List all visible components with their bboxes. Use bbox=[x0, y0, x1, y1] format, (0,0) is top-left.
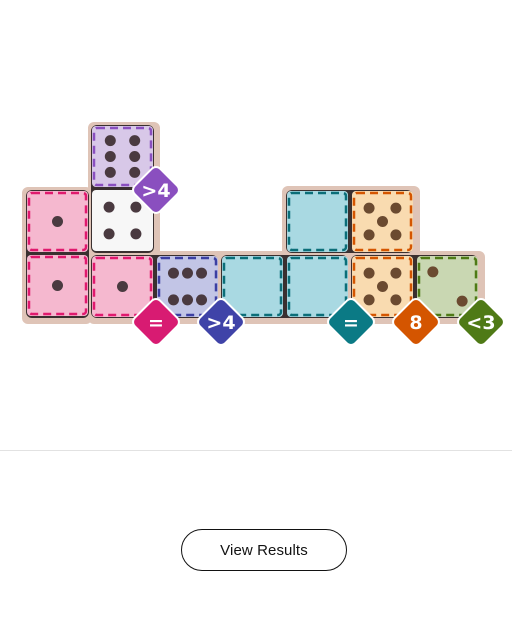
pip bbox=[427, 266, 439, 278]
badge-label: = bbox=[343, 312, 359, 334]
divider bbox=[0, 450, 512, 451]
badge-label: 8 bbox=[409, 312, 422, 334]
badge-label: >4 bbox=[206, 312, 235, 334]
badge-label: = bbox=[148, 312, 164, 334]
pip bbox=[363, 294, 375, 306]
pip bbox=[390, 294, 402, 306]
board-cell-c4[interactable] bbox=[27, 255, 88, 316]
pip bbox=[103, 201, 115, 213]
pip bbox=[52, 216, 63, 227]
pip bbox=[390, 202, 402, 214]
pip bbox=[104, 151, 116, 162]
pip bbox=[129, 135, 141, 147]
cell-face bbox=[287, 191, 348, 252]
pip bbox=[130, 201, 142, 213]
pip bbox=[103, 228, 115, 240]
pip bbox=[167, 267, 179, 279]
pip bbox=[104, 135, 116, 147]
pip bbox=[377, 281, 388, 292]
board-cell-c10[interactable] bbox=[352, 191, 413, 252]
pip bbox=[377, 216, 388, 227]
board-cell-c3[interactable] bbox=[27, 191, 88, 252]
pip bbox=[129, 151, 141, 162]
pip bbox=[52, 280, 63, 291]
badge-label: <3 bbox=[466, 312, 495, 334]
view-results-button[interactable]: View Results bbox=[181, 529, 347, 571]
badge-label: >4 bbox=[141, 180, 170, 202]
pip bbox=[390, 229, 402, 241]
puzzle-board: >4 = >4 = 8 <3 bbox=[22, 122, 505, 346]
pip bbox=[363, 267, 375, 279]
pip bbox=[363, 229, 375, 241]
pip bbox=[117, 281, 128, 292]
pip bbox=[363, 202, 375, 214]
pip bbox=[167, 294, 179, 306]
pip bbox=[129, 166, 141, 178]
pip bbox=[196, 294, 208, 306]
pip bbox=[196, 267, 208, 279]
pip bbox=[456, 295, 468, 307]
pip bbox=[104, 166, 116, 178]
pip bbox=[390, 267, 402, 279]
pip bbox=[182, 294, 193, 306]
pip bbox=[182, 267, 193, 279]
pip bbox=[130, 228, 142, 240]
board-cell-c9[interactable] bbox=[287, 191, 348, 252]
